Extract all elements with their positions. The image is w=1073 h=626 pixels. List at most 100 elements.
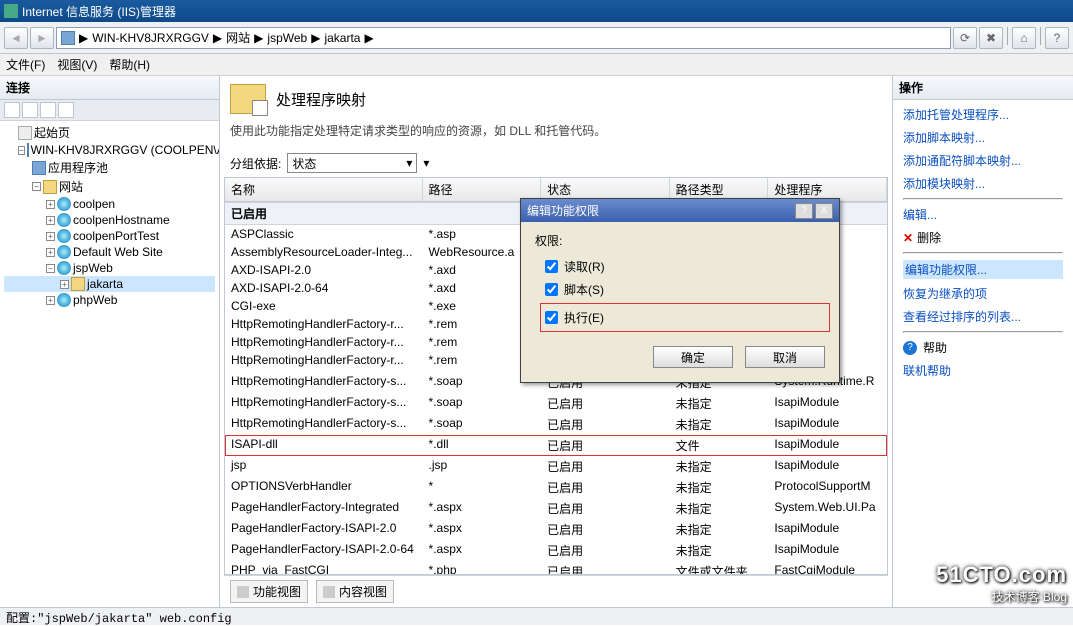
- table-cell: IsapiModule: [768, 457, 887, 476]
- tab-content-view[interactable]: 内容视图: [316, 580, 394, 603]
- globe-icon: [57, 197, 71, 211]
- col-name[interactable]: 名称: [225, 178, 423, 201]
- tree-sites[interactable]: −网站: [4, 177, 215, 196]
- tree-site[interactable]: +phpWeb: [4, 292, 215, 308]
- stop-button[interactable]: ✖: [979, 27, 1003, 49]
- expander-icon[interactable]: +: [46, 216, 55, 225]
- crumb-jspweb[interactable]: jspWeb: [267, 31, 307, 45]
- perm-execute-checkbox[interactable]: [545, 311, 558, 324]
- help-button[interactable]: ?: [1045, 27, 1069, 49]
- forward-button[interactable]: ►: [30, 27, 54, 49]
- action-add-script[interactable]: 添加脚本映射...: [903, 129, 1063, 146]
- toolbar-icon[interactable]: [4, 102, 20, 118]
- app-icon: [4, 4, 18, 18]
- expander-icon[interactable]: −: [32, 182, 41, 191]
- table-cell: 未指定: [670, 394, 769, 413]
- table-cell: *.aspx: [423, 520, 542, 539]
- crumb-sites[interactable]: 网站: [226, 29, 250, 46]
- table-cell: *.aspx: [423, 541, 542, 560]
- expander-icon[interactable]: +: [46, 296, 55, 305]
- ok-button[interactable]: 确定: [653, 346, 733, 368]
- chevron-down-icon: ▾: [406, 156, 412, 170]
- toolbar-icon[interactable]: [22, 102, 38, 118]
- tree-apppools[interactable]: 应用程序池: [4, 158, 215, 177]
- table-row[interactable]: PageHandlerFactory-Integrated*.aspx已启用未指…: [225, 498, 887, 519]
- table-row[interactable]: HttpRemotingHandlerFactory-s...*.soap已启用…: [225, 393, 887, 414]
- breadcrumb[interactable]: ▶ WIN-KHV8JRXRGGV ▶ 网站 ▶ jspWeb ▶ jakart…: [56, 27, 951, 49]
- perm-execute-highlight: 执行(E): [540, 303, 830, 332]
- table-row[interactable]: ISAPI-dll*.dll已启用文件IsapiModule: [225, 435, 887, 456]
- tree-site[interactable]: +coolpenHostname: [4, 212, 215, 228]
- action-help[interactable]: ?帮助: [903, 339, 1063, 356]
- back-button[interactable]: ◄: [4, 27, 28, 49]
- tree-site-jspweb[interactable]: −jspWeb: [4, 260, 215, 276]
- table-cell: 未指定: [670, 499, 769, 518]
- expander-icon[interactable]: +: [46, 248, 55, 257]
- menu-file[interactable]: 文件(F): [6, 56, 45, 73]
- tree-site[interactable]: +Default Web Site: [4, 244, 215, 260]
- perm-script-checkbox[interactable]: [545, 283, 558, 296]
- cancel-button[interactable]: 取消: [745, 346, 825, 368]
- features-icon: [237, 586, 249, 598]
- action-view-ordered[interactable]: 查看经过排序的列表...: [903, 308, 1063, 325]
- chevron-right-icon: ▶: [364, 31, 373, 45]
- dialog-titlebar[interactable]: 编辑功能权限 ? X: [521, 199, 839, 222]
- watermark-sub: 技术博客 Blog: [936, 588, 1067, 605]
- table-row[interactable]: PageHandlerFactory-ISAPI-2.0*.aspx已启用未指定…: [225, 519, 887, 540]
- tree-site[interactable]: +coolpen: [4, 196, 215, 212]
- tree-start-page[interactable]: 起始页: [4, 123, 215, 142]
- perm-read-checkbox[interactable]: [545, 260, 558, 273]
- perm-script[interactable]: 脚本(S): [545, 278, 825, 301]
- tree-server[interactable]: −WIN-KHV8JRXRGGV (COOLPEN\Adm: [4, 142, 215, 158]
- dialog-help-button[interactable]: ?: [795, 203, 813, 219]
- handler-mappings-icon: [230, 84, 266, 114]
- expander-icon[interactable]: +: [60, 280, 69, 289]
- server-icon: [61, 31, 75, 45]
- action-revert[interactable]: 恢复为继承的项: [903, 285, 1063, 302]
- perm-execute[interactable]: 执行(E): [545, 306, 825, 329]
- table-row[interactable]: OPTIONSVerbHandler*已启用未指定ProtocolSupport…: [225, 477, 887, 498]
- globe-icon: [57, 245, 71, 259]
- expander-icon[interactable]: +: [46, 200, 55, 209]
- tree-jakarta[interactable]: +jakarta: [4, 276, 215, 292]
- crumb-jakarta[interactable]: jakarta: [324, 31, 360, 45]
- group-by-select[interactable]: 状态 ▾: [287, 153, 417, 173]
- menu-help[interactable]: 帮助(H): [109, 56, 150, 73]
- window-titlebar: Internet 信息服务 (IIS)管理器: [0, 0, 1073, 22]
- separator: [1007, 27, 1008, 45]
- table-cell: IsapiModule: [768, 415, 887, 434]
- table-cell: 未指定: [670, 415, 769, 434]
- action-edit[interactable]: 编辑...: [903, 206, 1063, 223]
- globe-icon: [57, 213, 71, 227]
- action-online-help[interactable]: 联机帮助: [903, 362, 1063, 379]
- home-button[interactable]: ⌂: [1012, 27, 1036, 49]
- toolbar-icon[interactable]: [40, 102, 56, 118]
- action-add-managed[interactable]: 添加托管处理程序...: [903, 106, 1063, 123]
- chevron-right-icon: ▶: [213, 31, 222, 45]
- table-row[interactable]: HttpRemotingHandlerFactory-s...*.soap已启用…: [225, 414, 887, 435]
- tree-site[interactable]: +coolpenPortTest: [4, 228, 215, 244]
- crumb-server[interactable]: WIN-KHV8JRXRGGV: [92, 31, 209, 45]
- action-add-module[interactable]: 添加模块映射...: [903, 175, 1063, 192]
- perm-read[interactable]: 读取(R): [545, 255, 825, 278]
- action-add-wildcard[interactable]: 添加通配符脚本映射...: [903, 152, 1063, 169]
- refresh-button[interactable]: ⟳: [953, 27, 977, 49]
- table-cell: AXD-ISAPI-2.0: [225, 262, 423, 278]
- expander-icon[interactable]: −: [18, 146, 25, 155]
- action-edit-permissions[interactable]: 编辑功能权限...: [903, 260, 1063, 279]
- expander-icon[interactable]: +: [46, 232, 55, 241]
- expander-icon[interactable]: −: [46, 264, 55, 273]
- action-delete[interactable]: ✕删除: [903, 229, 1063, 246]
- table-row[interactable]: PHP_via_FastCGI*.php已启用文件或文件夹FastCgiModu…: [225, 561, 887, 575]
- connections-tree[interactable]: 起始页 −WIN-KHV8JRXRGGV (COOLPEN\Adm 应用程序池 …: [0, 121, 219, 607]
- menu-view[interactable]: 视图(V): [57, 56, 97, 73]
- table-row[interactable]: jsp.jsp已启用未指定IsapiModule: [225, 456, 887, 477]
- table-row[interactable]: PageHandlerFactory-ISAPI-2.0-64*.aspx已启用…: [225, 540, 887, 561]
- dialog-close-button[interactable]: X: [815, 203, 833, 219]
- table-cell: IsapiModule: [768, 436, 887, 455]
- tab-features-view[interactable]: 功能视图: [230, 580, 308, 603]
- table-cell: *.aspx: [423, 499, 542, 518]
- table-cell: HttpRemotingHandlerFactory-s...: [225, 415, 423, 434]
- table-cell: CGI-exe: [225, 298, 423, 314]
- toolbar-icon[interactable]: [58, 102, 74, 118]
